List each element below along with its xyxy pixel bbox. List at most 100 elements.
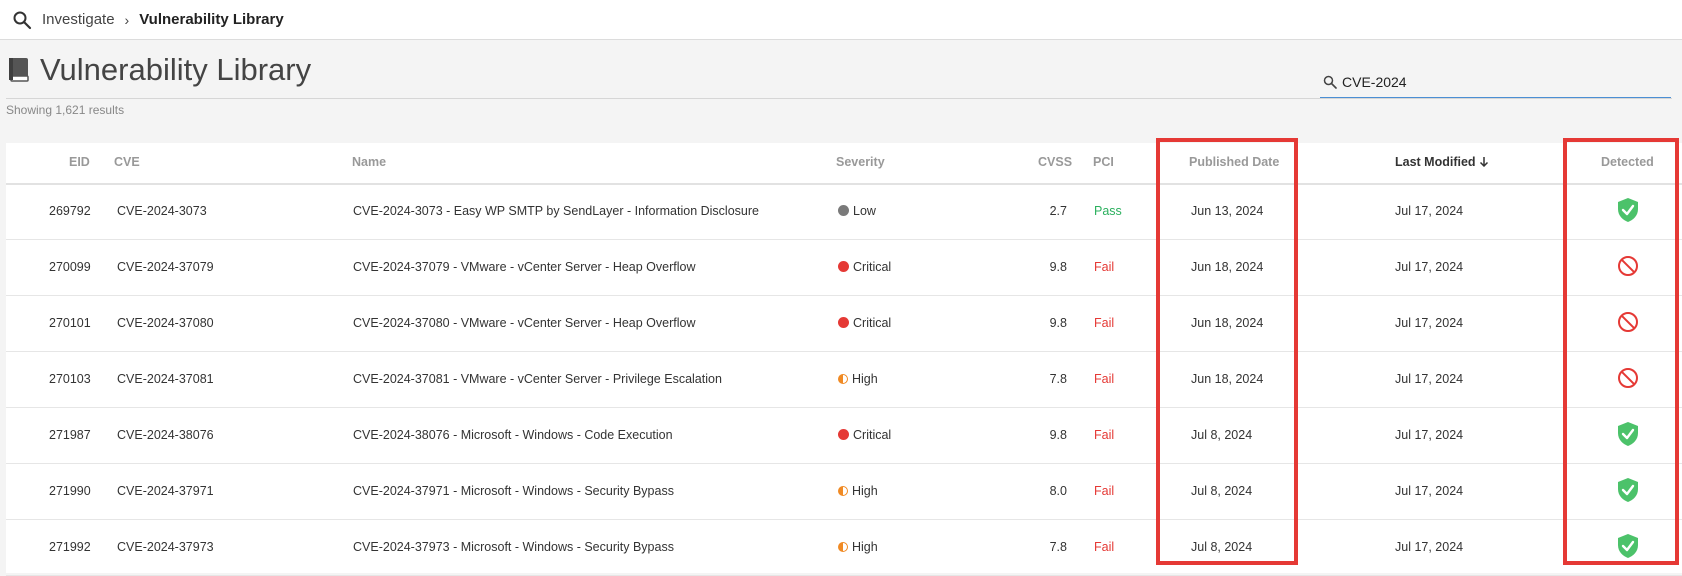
table-row[interactable]: 271987 CVE-2024-38076 CVE-2024-38076 - Mic…: [6, 407, 1682, 464]
eid-cell: 271992: [49, 540, 91, 554]
severity-cell: High: [838, 372, 878, 386]
column-published-date[interactable]: Published Date: [1189, 155, 1279, 169]
last-modified-cell: Jul 17, 2024: [1395, 204, 1464, 218]
eid-cell: 271990: [49, 484, 91, 498]
name-cell: CVE-2024-37081 - VMware - vCenter Server…: [353, 372, 722, 386]
shield-check-icon: [1618, 534, 1638, 558]
published-date-cell: Jun 13, 2024: [1191, 204, 1264, 218]
published-date-cell: Jul 8, 2024: [1191, 428, 1253, 442]
column-cvss[interactable]: CVSS: [1038, 155, 1072, 169]
cve-cell: CVE-2024-37971: [117, 484, 214, 498]
eid-cell: 270099: [49, 260, 91, 274]
pci-cell: Fail: [1094, 260, 1115, 274]
cve-cell: CVE-2024-37081: [117, 372, 214, 386]
column-pci[interactable]: PCI: [1093, 155, 1114, 169]
not-detected-icon: [1618, 368, 1638, 388]
search-input[interactable]: [1342, 73, 1662, 90]
severity-label: High: [852, 484, 878, 498]
page-title: Vulnerability Library: [40, 52, 312, 87]
cve-cell: CVE-2024-37973: [117, 540, 214, 554]
severity-cell: Critical: [838, 316, 891, 330]
shield-check-icon: [1618, 198, 1638, 222]
published-date-cell: Jun 18, 2024: [1191, 260, 1264, 274]
severity-cell: Low: [838, 204, 876, 218]
column-severity[interactable]: Severity: [836, 155, 885, 169]
search-icon: [1323, 75, 1337, 89]
name-cell: CVE-2024-37080 - VMware - vCenter Server…: [353, 316, 696, 330]
cvss-cell: 2.7: [1049, 204, 1067, 218]
name-cell: CVE-2024-3073 - Easy WP SMTP by SendLaye…: [353, 204, 759, 218]
not-detected-icon: [1618, 256, 1638, 276]
severity-label: Critical: [853, 260, 892, 274]
pci-cell: Fail: [1094, 316, 1115, 330]
severity-critical-icon: [838, 429, 849, 440]
last-modified-cell: Jul 17, 2024: [1395, 316, 1464, 330]
column-cve[interactable]: CVE: [114, 155, 140, 169]
cvss-cell: 9.8: [1049, 316, 1067, 330]
name-cell: CVE-2024-37079 - VMware - vCenter Server…: [353, 260, 696, 274]
breadcrumb-current: Vulnerability Library: [139, 11, 284, 28]
cve-cell: CVE-2024-3073: [117, 204, 207, 218]
name-cell: CVE-2024-37973 - Microsoft - Windows - S…: [353, 540, 674, 554]
column-name[interactable]: Name: [352, 155, 386, 169]
eid-cell: 271987: [49, 428, 91, 442]
severity-label: Critical: [853, 428, 892, 442]
page-header: Vulnerability Library: [7, 52, 311, 88]
column-detected[interactable]: Detected: [1601, 155, 1654, 169]
search-field[interactable]: [1320, 66, 1671, 98]
cvss-cell: 7.8: [1049, 540, 1067, 554]
table-row[interactable]: 271990 CVE-2024-37971 CVE-2024-37971 - Mic…: [6, 463, 1682, 520]
pci-cell: Fail: [1094, 372, 1115, 386]
table-row[interactable]: 270103 CVE-2024-37081 CVE-2024-37081 - VMw…: [6, 351, 1682, 408]
vulnerability-table: EID CVE Name Severity CVSS PCI Published…: [6, 143, 1682, 576]
name-cell: CVE-2024-38076 - Microsoft - Windows - C…: [353, 428, 673, 442]
breadcrumb-investigate[interactable]: Investigate: [42, 11, 115, 28]
severity-label: Critical: [853, 316, 892, 330]
table-row[interactable]: 270101 CVE-2024-37080 CVE-2024-37080 - VMw…: [6, 295, 1682, 352]
severity-cell: High: [838, 484, 878, 498]
pci-cell: Fail: [1094, 428, 1115, 442]
cvss-cell: 7.8: [1049, 372, 1067, 386]
name-cell: CVE-2024-37971 - Microsoft - Windows - S…: [353, 484, 674, 498]
not-detected-icon: [1618, 312, 1638, 332]
pci-cell: Pass: [1094, 204, 1122, 218]
top-bar: Investigate › Vulnerability Library: [0, 0, 1682, 40]
last-modified-cell: Jul 17, 2024: [1395, 540, 1464, 554]
severity-critical-icon: [838, 261, 849, 272]
shield-check-icon: [1618, 422, 1638, 446]
book-icon: [9, 58, 29, 82]
sort-descending-icon: [1480, 157, 1489, 168]
severity-cell: Critical: [838, 428, 891, 442]
chevron-right-icon: ›: [124, 11, 130, 28]
column-eid[interactable]: EID: [69, 155, 90, 169]
cvss-cell: 9.8: [1049, 260, 1067, 274]
severity-high-icon: [838, 486, 848, 496]
severity-label: Low: [853, 204, 876, 218]
published-date-cell: Jul 8, 2024: [1191, 540, 1253, 554]
published-date-cell: Jun 18, 2024: [1191, 372, 1264, 386]
published-date-cell: Jun 18, 2024: [1191, 316, 1264, 330]
severity-cell: High: [838, 540, 878, 554]
search-icon[interactable]: [12, 10, 32, 30]
table-row[interactable]: 269792 CVE-2024-3073 CVE-2024-3073 - Easy …: [6, 183, 1682, 240]
eid-cell: 270103: [49, 372, 91, 386]
pci-cell: Fail: [1094, 484, 1115, 498]
published-date-cell: Jul 8, 2024: [1191, 484, 1253, 498]
cve-cell: CVE-2024-37080: [117, 316, 214, 330]
header-divider: [6, 98, 1672, 99]
cvss-cell: 9.8: [1049, 428, 1067, 442]
last-modified-cell: Jul 17, 2024: [1395, 260, 1464, 274]
last-modified-cell: Jul 17, 2024: [1395, 484, 1464, 498]
cvss-cell: 8.0: [1049, 484, 1067, 498]
result-count: Showing 1,621 results: [6, 103, 125, 117]
column-last-modified-label: Last Modified: [1395, 155, 1476, 169]
eid-cell: 270101: [49, 316, 91, 330]
shield-check-icon: [1618, 478, 1638, 502]
severity-high-icon: [838, 374, 848, 384]
cve-cell: CVE-2024-37079: [117, 260, 214, 274]
table-row[interactable]: 271992 CVE-2024-37973 CVE-2024-37973 - Mic…: [6, 519, 1682, 576]
severity-cell: Critical: [838, 260, 891, 274]
table-row[interactable]: 270099 CVE-2024-37079 CVE-2024-37079 - VMw…: [6, 239, 1682, 296]
column-last-modified[interactable]: Last Modified: [1395, 155, 1489, 169]
pci-cell: Fail: [1094, 540, 1115, 554]
